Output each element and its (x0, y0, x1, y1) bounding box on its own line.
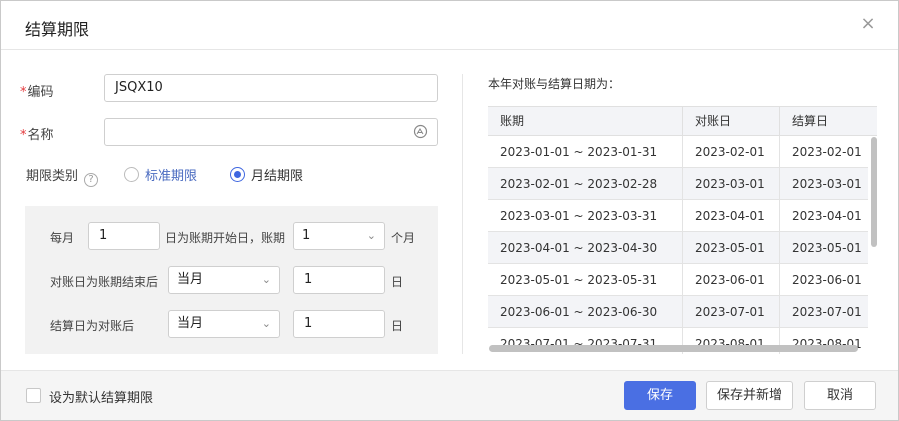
table-row[interactable]: 2023-02-01 ~ 2023-02-28 2023-03-01 2023-03… (488, 168, 868, 200)
cell-period: 2023-02-01 ~ 2023-02-28 (488, 168, 683, 200)
chevron-down-icon: ⌄ (261, 317, 271, 330)
settlement-period-dialog: 结算期限 × *编码 JSQX10 *名称 期限类别? 标准期限 月结期限 每月… (0, 0, 899, 421)
cell-period: 2023-01-01 ~ 2023-01-31 (488, 136, 683, 168)
cell-reconcile-date: 2023-03-01 (683, 168, 780, 200)
column-header-period: 账期 (488, 107, 683, 136)
translate-icon[interactable] (413, 124, 428, 139)
table-row[interactable]: 2023-06-01 ~ 2023-06-30 2023-07-01 2023-07… (488, 296, 868, 328)
code-input[interactable]: JSQX10 (104, 74, 438, 102)
horizontal-scrollbar[interactable] (489, 345, 858, 352)
cell-reconcile-date: 2023-04-01 (683, 200, 780, 232)
help-icon[interactable]: ? (84, 173, 99, 187)
dialog-title: 结算期限 (25, 20, 90, 39)
cell-settle-date: 2023-03-01 (792, 177, 862, 191)
table-row[interactable]: 2023-01-01 ~ 2023-01-31 2023-02-01 2023-02… (488, 136, 868, 168)
cell-period: 2023-05-01 ~ 2023-05-31 (488, 264, 683, 296)
table-header: 账期 对账日 结算日 (488, 107, 877, 136)
table-row[interactable]: 2023-03-01 ~ 2023-03-31 2023-04-01 2023-04… (488, 200, 868, 232)
months-select[interactable]: 1 ⌄ (293, 222, 385, 250)
chevron-down-icon: ⌄ (366, 229, 376, 242)
required-mark: * (20, 128, 27, 143)
months-unit: 个月 (391, 231, 416, 245)
cell-reconcile-date: 2023-07-01 (683, 296, 780, 328)
save-button[interactable]: 保存 (624, 381, 696, 410)
cell-settle-date: 2023-04-01 (792, 209, 862, 223)
close-icon[interactable]: × (858, 14, 878, 34)
period-type-label: 期限类别? (26, 165, 99, 187)
cell-reconcile-date: 2023-06-01 (683, 264, 780, 296)
code-label-text: 编码 (27, 85, 54, 100)
cell-reconcile-date: 2023-02-01 (683, 136, 780, 168)
reconcile-month-select[interactable]: 当月 ⌄ (168, 266, 280, 294)
schedule-table: 账期 对账日 结算日 2023-01-01 ~ 2023-01-31 2023-0… (488, 106, 877, 354)
column-header-reconcile: 对账日 (683, 107, 780, 136)
settle-day-input[interactable]: 1 (293, 310, 385, 338)
radio-standard-label: 标准期限 (145, 169, 198, 184)
monthly-prefix: 每月 (50, 231, 75, 245)
radio-circle (124, 167, 139, 182)
schedule-title: 本年对账与结算日期为： (488, 77, 621, 91)
radio-standard-period[interactable]: 标准期限 (124, 165, 197, 184)
cell-reconcile-date: 2023-05-01 (683, 232, 780, 264)
dialog-footer: 设为默认结算期限 保存 保存并新增 取消 (1, 370, 898, 420)
name-input[interactable] (104, 118, 438, 146)
cell-settle-date: 2023-07-01 (792, 305, 862, 319)
save-and-new-button[interactable]: 保存并新增 (706, 381, 793, 410)
cell-settle-date: 2023-05-01 (792, 241, 862, 255)
radio-monthly-period[interactable]: 月结期限 (230, 165, 303, 184)
table-row[interactable]: 2023-05-01 ~ 2023-05-31 2023-06-01 2023-06… (488, 264, 868, 296)
radio-circle-selected (230, 167, 245, 182)
reconcile-unit: 日 (391, 275, 404, 289)
code-label: *编码 (20, 81, 54, 100)
cell-period: 2023-03-01 ~ 2023-03-31 (488, 200, 683, 232)
cell-period: 2023-06-01 ~ 2023-06-30 (488, 296, 683, 328)
monthly-mid-text: 日为账期开始日，账期 (165, 231, 286, 245)
settle-unit: 日 (391, 319, 404, 333)
reconcile-month-value: 当月 (177, 272, 204, 287)
name-label-text: 名称 (27, 128, 54, 143)
months-select-value: 1 (302, 228, 311, 243)
table-row[interactable]: 2023-04-01 ~ 2023-04-30 2023-05-01 2023-05… (488, 232, 868, 264)
required-mark: * (20, 85, 27, 100)
chevron-down-icon: ⌄ (261, 273, 271, 286)
default-period-checkbox[interactable] (26, 388, 41, 403)
start-day-input[interactable]: 1 (88, 222, 160, 250)
column-header-settle: 结算日 (792, 114, 829, 128)
dialog-header: 结算期限 × (1, 1, 898, 50)
reconcile-label: 对账日为账期结束后 (50, 275, 159, 289)
period-type-label-text: 期限类别 (26, 169, 79, 184)
vertical-divider (462, 74, 463, 354)
settle-month-select[interactable]: 当月 ⌄ (168, 310, 280, 338)
cell-settle-date: 2023-06-01 (792, 273, 862, 287)
settle-month-value: 当月 (177, 316, 204, 331)
name-label: *名称 (20, 124, 54, 143)
settle-label: 结算日为对账后 (50, 319, 135, 333)
reconcile-day-input[interactable]: 1 (293, 266, 385, 294)
vertical-scrollbar[interactable] (871, 137, 877, 247)
cell-period: 2023-04-01 ~ 2023-04-30 (488, 232, 683, 264)
radio-monthly-label: 月结期限 (251, 169, 304, 184)
cancel-button[interactable]: 取消 (804, 381, 876, 410)
default-period-label: 设为默认结算期限 (49, 391, 154, 406)
cell-settle-date: 2023-02-01 (792, 145, 862, 159)
